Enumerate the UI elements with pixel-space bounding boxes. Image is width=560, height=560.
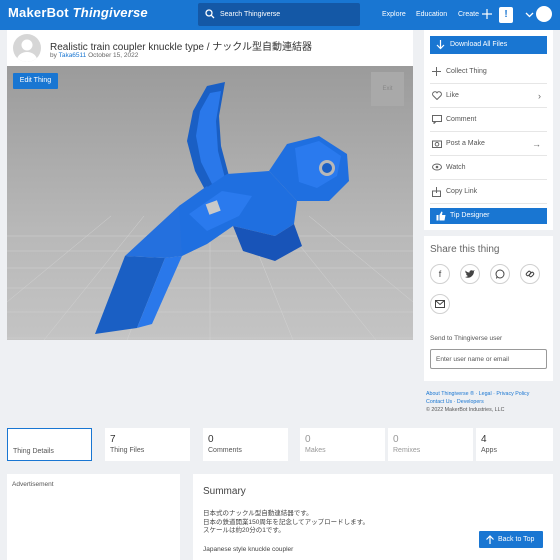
tip-label: Tip Designer [450,212,490,219]
thing-header: Realistic train coupler knuckle type / ナ… [7,30,413,66]
download-all-files-button[interactable]: Download All Files [430,36,547,54]
tab-label: Makes [305,447,326,454]
tab-count: 4 [481,434,487,445]
logo-thingiverse: Thingiverse [72,5,148,20]
search-input[interactable]: Search Thingiverse [198,3,360,26]
share-title: Share this thing [430,244,500,255]
summary-text: 日本式のナックル型自動連結器です。 日本の鉄道開業150周年を記念してアップロー… [203,510,369,536]
legal-link[interactable]: Legal [479,391,492,397]
thing-title: Realistic train coupler knuckle type / ナ… [50,42,312,53]
tab-count: 0 [208,434,214,445]
user-avatar[interactable] [536,6,552,22]
heart-icon [432,91,442,100]
copyright-text: © 2022 MakerBot Industries, LLC [426,407,505,413]
chevron-down-icon[interactable] [525,10,534,19]
watch-button[interactable]: Watch [430,156,547,180]
thing-byline: by Taka6511 October 15, 2022 [50,52,138,59]
eye-icon [432,163,442,171]
arrow-right-icon: → [532,139,541,149]
share-icon [432,187,441,197]
collect-label: Collect Thing [446,68,487,75]
search-placeholder: Search Thingiverse [220,11,281,18]
like-button[interactable]: Like › [430,84,547,108]
share-panel: Share this thing f Send to Thingiverse u… [424,236,553,381]
by-label: by [50,52,57,59]
privacy-link[interactable]: Privacy Policy [496,391,529,397]
tab-apps[interactable]: 4 Apps [476,428,553,461]
summary-title: Summary [203,486,246,497]
logo-makerbot: MakerBot [8,5,69,20]
tab-count: 0 [393,434,399,445]
copy-link-button[interactable]: Copy Link [430,180,547,204]
tip-designer-button[interactable]: Tip Designer [430,208,547,224]
facebook-icon[interactable]: f [430,264,450,284]
publish-date: October 15, 2022 [88,52,139,59]
plus-icon [432,67,441,76]
tab-label: Comments [208,447,242,454]
tab-comments[interactable]: 0 Comments [203,428,288,461]
author-link[interactable]: Taka6511 [59,52,87,59]
edit-thing-button[interactable]: Edit Thing [13,73,58,89]
developers-link[interactable]: Developers [457,399,484,405]
user-name-or-email-input[interactable] [430,349,547,369]
sidebar-footer: About Thingiverse ® · Legal · Privacy Po… [426,390,554,414]
plus-icon[interactable] [482,9,492,19]
whatsapp-icon[interactable] [490,264,510,284]
post-make-label: Post a Make [446,140,485,147]
summary-line: 日本式のナックル型自動連結器です。 [203,510,313,517]
download-label: Download All Files [450,41,508,48]
search-icon [205,9,215,19]
contact-link[interactable]: Contact Us [426,399,452,405]
tab-thing-files[interactable]: 7 Thing Files [105,428,190,461]
advertisement-label: Advertisement [12,481,54,488]
makerbot-thingiverse-logo[interactable]: MakerBot Thingiverse [8,5,148,20]
author-avatar[interactable] [13,34,41,62]
arrow-up-icon [486,535,494,544]
summary-line: 日本の鉄道開業150周年を記念してアップロードします。 [203,518,369,526]
nav-explore[interactable]: Explore [382,0,406,30]
summary-line: スケールは約20分の1です。 [203,527,285,534]
watch-label: Watch [446,164,466,171]
coupler-model [95,82,349,334]
summary-english-line: Japanese style knuckle coupler [203,546,294,553]
back-to-top-button[interactable]: Back to Top [479,531,543,548]
model-viewer[interactable]: Edit Thing Exit [7,66,413,340]
notifications-icon[interactable]: ! [499,7,513,23]
tab-label: Apps [481,447,497,454]
advertisement-box: Advertisement [7,474,180,560]
tab-label: Thing Files [110,447,145,454]
download-icon [436,40,445,50]
nav-create[interactable]: Create [458,0,479,30]
tab-count: 7 [110,434,116,445]
post-a-make-button[interactable]: Post a Make → [430,132,547,156]
send-to-user-label: Send to Thingiverse user [430,335,503,342]
top-navigation-bar: MakerBot Thingiverse Search Thingiverse … [0,0,560,30]
nav-education[interactable]: Education [416,0,447,30]
like-label: Like [446,92,459,99]
chevron-right-icon: › [538,91,541,101]
email-icon[interactable] [430,294,450,314]
tab-label: Thing Details [13,448,54,455]
tab-remixes[interactable]: 0 Remixes [388,428,473,461]
comment-button[interactable]: Comment [430,108,547,132]
collect-thing-button[interactable]: Collect Thing [430,60,547,84]
tab-label: Remixes [393,447,421,454]
tab-thing-details[interactable]: Thing Details [7,428,92,461]
tab-count: 0 [305,434,311,445]
about-link[interactable]: About Thingiverse ® [426,391,474,397]
comment-label: Comment [446,116,477,123]
comment-icon [432,115,442,124]
exit-button[interactable]: Exit [371,72,404,106]
camera-icon [432,140,442,148]
copy-link-label: Copy Link [446,188,478,195]
person-icon [17,39,37,62]
link-icon[interactable] [520,264,540,284]
action-sidebar: Download All Files Collect Thing Like › … [424,30,553,230]
back-to-top-label: Back to Top [498,536,535,543]
tab-makes[interactable]: 0 Makes [300,428,385,461]
twitter-icon[interactable] [460,264,480,284]
viewer-scene [7,82,413,340]
thumbs-up-icon [436,211,446,221]
